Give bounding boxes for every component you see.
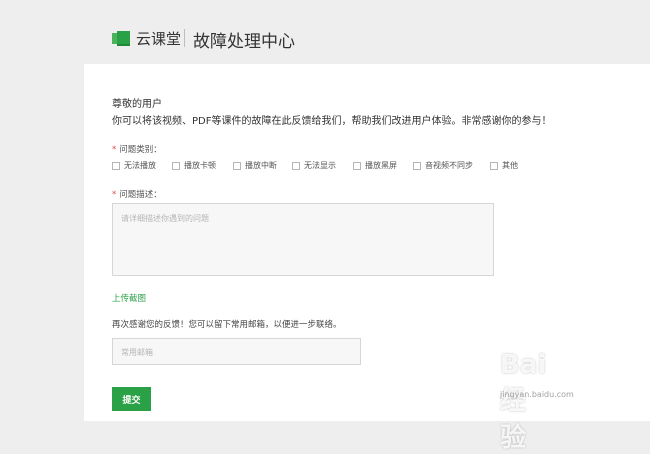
- header: 云课堂 故障处理中心: [0, 0, 650, 64]
- email-placeholder: 常用邮箱: [121, 348, 153, 357]
- checkbox[interactable]: [413, 161, 421, 170]
- option-label: 播放黑屏: [365, 161, 397, 170]
- intro-text: 你可以将该视频、PDF等课件的故障在此反馈给我们，帮助我们改进用户体验。非常感谢…: [112, 116, 552, 127]
- required-asterisk: *: [112, 190, 117, 200]
- header-divider: [184, 29, 185, 47]
- logo-text[interactable]: 云课堂: [136, 28, 181, 49]
- category-option-5[interactable]: 音视频不同步: [413, 160, 473, 171]
- category-label-text: 问题类别：: [119, 145, 162, 155]
- option-label: 音视频不同步: [425, 161, 473, 170]
- checkbox[interactable]: [112, 161, 120, 170]
- description-textarea[interactable]: 请详细描述你遇到的问题: [112, 203, 494, 276]
- category-option-0[interactable]: 无法播放: [112, 160, 156, 171]
- option-label: 播放卡顿: [184, 161, 216, 170]
- watermark-url: jingyan.baidu.com: [500, 390, 574, 399]
- book-icon: [112, 31, 130, 46]
- checkbox[interactable]: [353, 161, 361, 170]
- checkbox[interactable]: [292, 161, 300, 170]
- submit-button[interactable]: 提交: [112, 387, 151, 411]
- thanks-text: 再次感谢您的反馈！您可以留下常用邮箱，以便进一步联络。: [112, 320, 342, 330]
- description-label: * 问题描述：: [112, 188, 162, 200]
- category-option-2[interactable]: 播放中断: [233, 160, 277, 171]
- checkbox[interactable]: [172, 161, 180, 170]
- checkbox[interactable]: [490, 161, 498, 170]
- option-label: 无法播放: [124, 161, 156, 170]
- category-label: * 问题类别：: [112, 143, 162, 155]
- description-label-text: 问题描述：: [119, 190, 162, 200]
- required-asterisk: *: [112, 145, 117, 155]
- upload-screenshot-link[interactable]: 上传截图: [112, 292, 146, 304]
- option-label: 其他: [502, 161, 518, 170]
- option-label: 播放中断: [245, 161, 277, 170]
- category-option-4[interactable]: 播放黑屏: [353, 160, 397, 171]
- watermark-logo: Bai 经验: [500, 350, 547, 453]
- category-option-6[interactable]: 其他: [490, 160, 518, 171]
- option-label: 无法显示: [304, 161, 336, 170]
- checkbox[interactable]: [233, 161, 241, 170]
- category-option-1[interactable]: 播放卡顿: [172, 160, 216, 171]
- page-title: 故障处理中心: [193, 32, 295, 52]
- email-input[interactable]: 常用邮箱: [112, 338, 361, 365]
- description-placeholder: 请详细描述你遇到的问题: [121, 214, 209, 223]
- category-option-3[interactable]: 无法显示: [292, 160, 336, 171]
- greeting-text: 尊敬的用户: [112, 99, 162, 110]
